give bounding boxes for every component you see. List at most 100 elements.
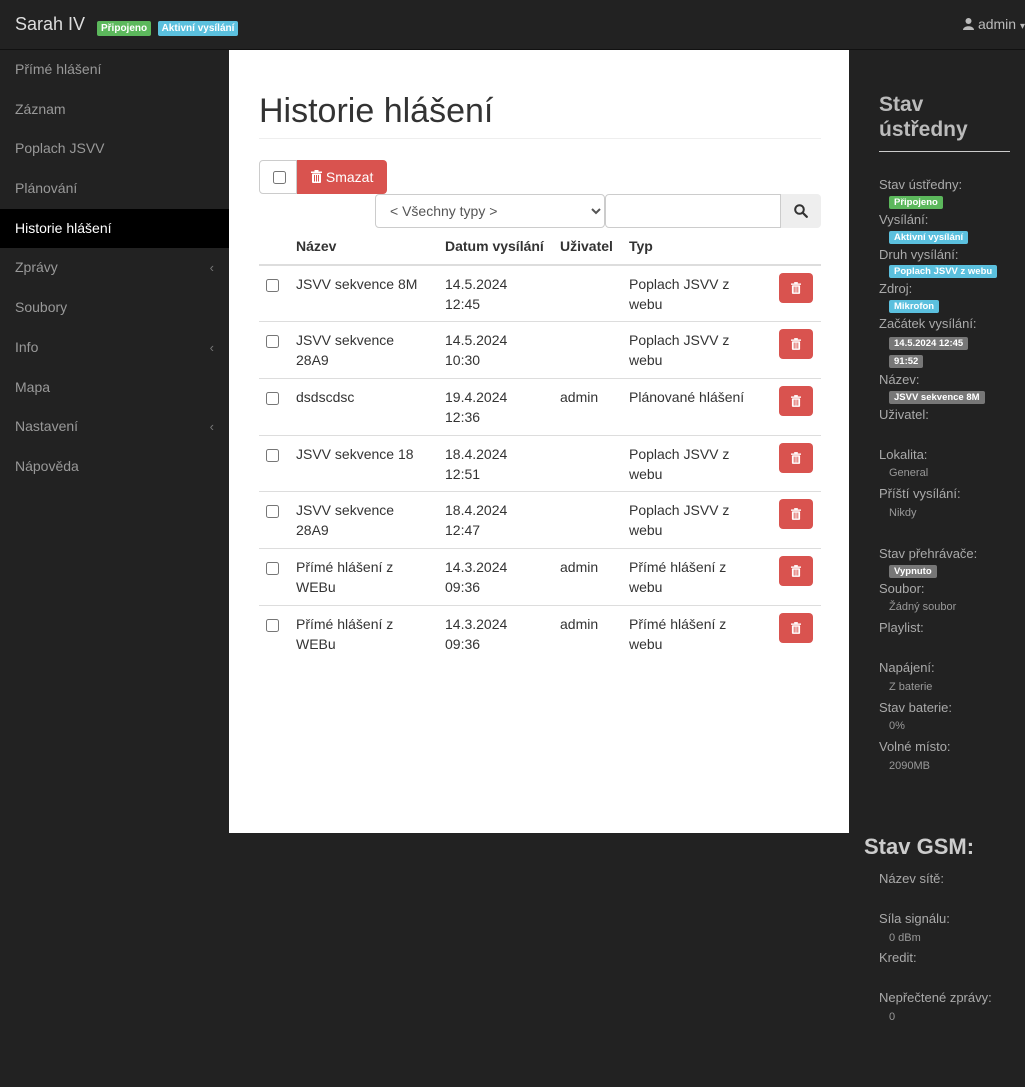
row-user: [552, 265, 621, 323]
sidebar-item-soubory[interactable]: Soubory: [0, 288, 229, 328]
chevron-left-icon: ‹: [209, 260, 214, 276]
space-label: Volné místo:: [879, 739, 951, 755]
name-value-row: JSVV sekvence 8M: [879, 390, 997, 405]
player-value-row: Vypnuto: [879, 564, 997, 579]
broadcast-type-row: Poplach JSVV z webu: [879, 264, 998, 279]
table-row[interactable]: JSVV sekvence 18 18.4.2024 12:51 Poplach JS…: [259, 435, 821, 493]
row-time: 12:45: [445, 296, 481, 312]
sidebar-item-historie-hlaseni[interactable]: Historie hlášení: [0, 208, 229, 249]
row-time: 09:36: [445, 635, 481, 652]
row-checkbox[interactable]: [266, 618, 279, 632]
row-type: Přímé hlášení z webu: [629, 615, 727, 652]
delete-row-button[interactable]: [779, 499, 813, 530]
type-filter-select[interactable]: < Všechny typy >: [375, 194, 605, 228]
table-row[interactable]: JSVV sekvence 28A9 18.4.2024 12:47 Poplach …: [259, 491, 821, 549]
name-label: Název:: [879, 371, 920, 387]
user-menu[interactable]: admin ▾: [963, 16, 1025, 32]
select-all-checkbox[interactable]: [273, 171, 286, 184]
table-row[interactable]: Přímé hlášení z WEBu 14.3.2024 09:36 admin P…: [259, 548, 821, 606]
header-date[interactable]: Datum vysílání: [437, 228, 552, 266]
status-title-line2: ústředny: [879, 118, 968, 141]
row-name: dsdscdsc: [288, 378, 437, 436]
table-row[interactable]: dsdscdsc 19.4.2024 12:36 admin Plánované hlá…: [259, 378, 821, 436]
row-name: JSVV sekvence 28A9: [288, 491, 437, 549]
search-button[interactable]: [781, 194, 821, 228]
row-date: 18.4.2024: [445, 445, 508, 462]
trash-icon: [311, 169, 326, 185]
header-name[interactable]: Název: [288, 228, 437, 266]
sidebar-item-info[interactable]: Info ‹: [0, 328, 229, 368]
start-label: Začátek vysílání:: [879, 316, 977, 332]
delete-row-button[interactable]: [779, 273, 813, 303]
sidebar-item-label: Plánování: [15, 180, 78, 197]
row-checkbox[interactable]: [266, 505, 279, 519]
chevron-left-icon: ‹: [209, 419, 214, 435]
row-date: 14.3.2024: [445, 558, 508, 575]
sidebar-item-napoveda[interactable]: Nápověda: [0, 447, 229, 487]
row-type: Poplach JSVV z webu: [621, 435, 771, 493]
start-badge: 14.5.2024 12:45: [889, 336, 969, 350]
sidebar-item-zpravy[interactable]: Zprávy ‹: [0, 248, 229, 288]
delete-row-button[interactable]: [779, 555, 813, 586]
sidebar-item-poplach-jsvv[interactable]: Poplach JSVV: [0, 129, 229, 169]
row-type: Poplach JSVV z webu: [621, 491, 771, 549]
status-title-line1: Stav: [879, 93, 924, 116]
row-checkbox[interactable]: [266, 448, 279, 462]
table-row[interactable]: JSVV sekvence 28A9 14.5.2024 10:30 Poplach …: [259, 321, 821, 379]
row-checkbox[interactable]: [266, 335, 279, 349]
row-type: Přímé hlášení z webu: [621, 548, 771, 606]
app-brand[interactable]: Sarah IV: [15, 14, 85, 35]
header-user[interactable]: Uživatel: [552, 228, 621, 266]
delete-selected-button[interactable]: Smazat: [297, 160, 387, 194]
row-checkbox-cell: [259, 605, 288, 662]
sidebar-item-zaznam[interactable]: Záznam: [0, 90, 229, 130]
delete-row-button[interactable]: [779, 385, 813, 416]
chevron-left-icon: ‹: [209, 339, 214, 355]
header-type[interactable]: Typ: [621, 228, 771, 266]
row-name: JSVV sekvence 18: [288, 435, 437, 493]
sidebar-item-label: Zprávy: [15, 259, 58, 276]
row-actions: [771, 435, 821, 493]
space-value: 2090MB: [889, 759, 930, 772]
broadcast-type-label: Druh vysílání:: [879, 246, 959, 262]
table-row[interactable]: Přímé hlášení z WEBu 14.3.2024 09:36 admin P…: [259, 605, 821, 662]
row-date: 14.5.2024: [445, 276, 508, 292]
signal-label: Síla signálu:: [879, 910, 950, 926]
duration-value-row: 91:52: [879, 353, 997, 370]
table-row[interactable]: JSVV sekvence 8M 14.5.2024 12:45 Poplach JS…: [259, 265, 821, 323]
row-checkbox[interactable]: [266, 561, 279, 575]
row-date: 14.3.2024: [445, 615, 508, 632]
row-time: 12:36: [445, 408, 481, 425]
row-actions: [771, 491, 821, 549]
delete-row-button[interactable]: [779, 329, 813, 360]
broadcast-status-badge: Aktivní vysílání: [889, 230, 969, 244]
signal-value: 0 dBm: [889, 931, 921, 944]
search-input[interactable]: [605, 194, 781, 228]
sidebar-item-label: Přímé hlášení: [15, 61, 102, 77]
unread-label: Nepřečtené zprávy:: [879, 990, 992, 1006]
sidebar-item-label: Soubory: [15, 299, 68, 316]
row-datetime: 19.4.2024 12:36: [437, 378, 552, 436]
row-name: JSVV sekvence 28A9: [288, 321, 437, 379]
table-header-row: Název Datum vysílání Uživatel Typ: [259, 228, 821, 266]
row-name: Přímé hlášení z WEBu: [296, 615, 394, 652]
row-date: 19.4.2024: [445, 388, 508, 405]
row-checkbox[interactable]: [266, 391, 279, 405]
chevron-down-icon: ▾: [1019, 21, 1025, 32]
row-checkbox[interactable]: [266, 279, 279, 292]
sidebar-item-planovani[interactable]: Plánování: [0, 169, 229, 209]
row-actions: [771, 605, 821, 662]
sidebar-item-label: Poplach JSVV: [15, 140, 105, 157]
sidebar-item-label: Info: [15, 338, 39, 355]
duration-badge: 91:52: [889, 354, 924, 368]
row-datetime: 14.5.2024 10:30: [437, 321, 552, 379]
row-datetime: 14.5.2024 12:45: [437, 265, 552, 323]
sidebar-item-nastaveni[interactable]: Nastavení ‹: [0, 407, 229, 447]
row-checkbox-cell: [259, 548, 288, 606]
user-icon: [963, 16, 978, 32]
power-value: Z baterie: [889, 680, 933, 693]
sidebar-item-prime-hlaseni[interactable]: Přímé hlášení: [0, 50, 229, 90]
delete-row-button[interactable]: [779, 442, 813, 473]
delete-row-button[interactable]: [779, 612, 813, 643]
sidebar-item-mapa[interactable]: Mapa: [0, 368, 229, 408]
